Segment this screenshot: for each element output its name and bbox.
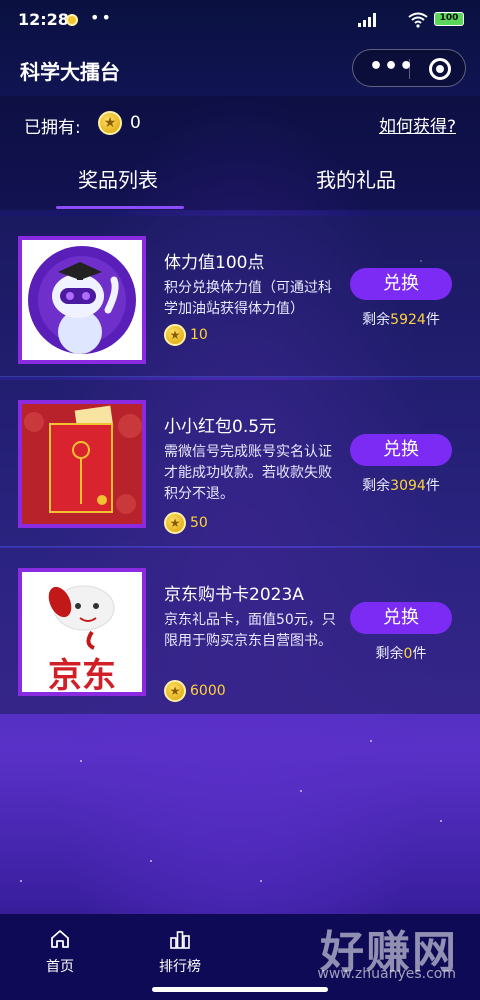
stock-count: 5924 — [390, 312, 426, 328]
stock-suffix: 件 — [412, 646, 427, 662]
signal-icon — [358, 13, 376, 27]
star-coin-icon: ★ — [164, 324, 186, 346]
battery-icon: 100 — [434, 12, 464, 26]
status-bar: 12:28 •• 100 — [0, 0, 480, 40]
home-indicator — [152, 987, 328, 992]
red-envelope-thumbnail — [18, 400, 146, 528]
prize-description: 积分兑换体力值（可通过科学加油站获得体力值） — [164, 280, 332, 317]
prize-title: 京东购书卡2023A — [164, 585, 304, 605]
tab-prize-list[interactable]: 奖品列表 — [78, 164, 158, 193]
active-tab-indicator — [56, 206, 184, 209]
prize-cost: ★ 6000 — [164, 680, 226, 702]
robot-icon — [28, 246, 136, 354]
stock-suffix: 件 — [425, 478, 440, 494]
close-target-icon[interactable] — [429, 58, 451, 80]
watermark-url: www.zhuanyes.com — [317, 966, 456, 982]
tabbar-ranking[interactable]: 排行榜 — [140, 928, 220, 976]
stock-suffix: 件 — [425, 312, 440, 328]
wifi-icon — [408, 12, 428, 28]
robot-thumbnail — [18, 236, 146, 364]
stock-remaining: 剩余3094件 — [340, 475, 462, 495]
redeem-button[interactable]: 兑换 — [350, 434, 452, 466]
nav-bar: 科学大擂台 ••• — [0, 40, 480, 96]
notification-icon — [66, 14, 78, 26]
stock-remaining: 剩余5924件 — [340, 309, 462, 329]
redeem-button[interactable]: 兑换 — [350, 602, 452, 634]
owned-count: 0 — [130, 113, 141, 133]
star-coin-icon: ★ — [164, 680, 186, 702]
stock-count: 3094 — [390, 478, 426, 494]
jd-dog-logo-icon — [48, 585, 115, 650]
prize-tabs: 奖品列表 我的礼品 — [0, 150, 480, 210]
prize-cost-value: 10 — [190, 327, 208, 343]
tabbar-ranking-label: 排行榜 — [159, 959, 201, 975]
prize-title: 小小红包0.5元 — [164, 417, 277, 437]
points-summary: 已拥有: ★ 0 如何获得? — [0, 96, 480, 150]
prize-cost-value: 50 — [190, 515, 208, 531]
star-coin-icon: ★ — [164, 512, 186, 534]
redeem-button[interactable]: 兑换 — [350, 268, 452, 300]
tabbar-home-label: 首页 — [46, 959, 74, 975]
prize-description: 需微信号完成账号实名认证才能成功收款。若收款失败积分不退。 — [164, 444, 332, 502]
prize-cost: ★ 10 — [164, 324, 208, 346]
prize-cost: ★ 50 — [164, 512, 208, 534]
more-menu-icon[interactable]: ••• — [369, 56, 414, 78]
status-time: 12:28 — [18, 10, 69, 29]
prize-item: 京东 京东购书卡2023A 京东礼品卡，面值50元，只限用于购买京东自营图书。 … — [0, 548, 480, 714]
stock-prefix: 剩余 — [375, 646, 404, 662]
prize-title: 体力值100点 — [164, 253, 265, 273]
page-title: 科学大擂台 — [20, 60, 120, 84]
red-envelope-icon — [22, 404, 142, 524]
jd-brand-text: 京东 — [48, 656, 116, 696]
capsule-divider — [409, 59, 410, 79]
home-icon — [51, 930, 69, 948]
star-coin-icon: ★ — [98, 111, 122, 135]
prize-item: 体力值100点 积分兑换体力值（可通过科学加油站获得体力值） ★ 10 兑换 剩… — [0, 216, 480, 377]
mini-program-capsule: ••• — [352, 49, 466, 87]
ranking-icon — [170, 931, 190, 949]
tabbar-home[interactable]: 首页 — [20, 928, 100, 976]
more-notifications-icon: •• — [90, 8, 113, 27]
prize-item: 小小红包0.5元 需微信号完成账号实名认证才能成功收款。若收款失败积分不退。 ★… — [0, 380, 480, 547]
prize-cost-value: 6000 — [190, 683, 226, 699]
how-to-get-link[interactable]: 如何获得? — [379, 112, 456, 137]
owned-label: 已拥有: — [24, 118, 81, 138]
jd-card-thumbnail: 京东 — [18, 568, 146, 696]
stock-prefix: 剩余 — [362, 312, 391, 328]
stock-remaining: 剩余0件 — [340, 643, 462, 663]
tab-my-gifts[interactable]: 我的礼品 — [316, 164, 396, 193]
stock-prefix: 剩余 — [362, 478, 391, 494]
prize-description: 京东礼品卡，面值50元，只限用于购买京东自营图书。 — [164, 612, 336, 649]
